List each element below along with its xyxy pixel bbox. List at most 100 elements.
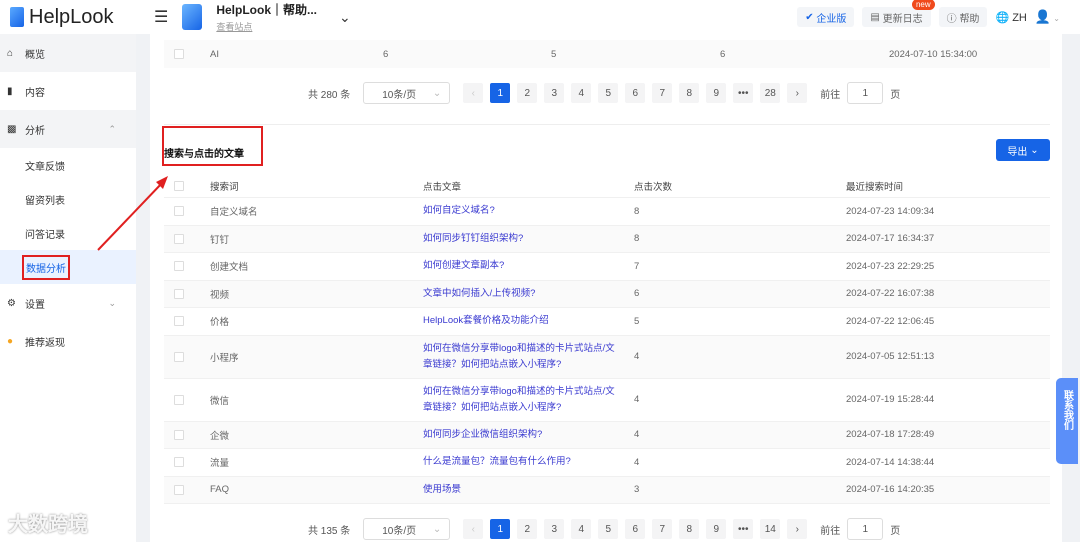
export-button[interactable]: 导出 ⌄ xyxy=(996,139,1050,161)
last-search-time: 2024-07-23 22:29:25 xyxy=(846,260,935,272)
clicked-article-link[interactable]: 什么是流量包？流量包有什么作用? xyxy=(423,454,623,470)
sidebar-sub-data-analysis[interactable]: 数据分析 xyxy=(0,250,136,284)
column-header: 搜索词 xyxy=(210,181,239,193)
clicked-article-link[interactable]: 文章中如何插入/上传视频? xyxy=(423,286,623,302)
page-button[interactable]: 3 xyxy=(544,83,565,103)
sidebar-sub-leads[interactable]: 留资列表 xyxy=(0,182,136,216)
search-term: 微信 xyxy=(210,395,230,407)
total-count: 共 280 条 xyxy=(308,89,351,101)
last-search-time: 2024-07-19 15:28:44 xyxy=(846,394,935,405)
sidebar-item-settings[interactable]: ⚙ 设置 ⌄ xyxy=(0,284,136,322)
sidebar-label: 设置 xyxy=(25,299,45,311)
page-button[interactable]: 9 xyxy=(706,519,727,539)
row-checkbox[interactable] xyxy=(174,206,184,217)
search-term: 创建文档 xyxy=(210,262,249,274)
clicked-article-link[interactable]: 如何同步钉钉组织架构? xyxy=(423,231,623,247)
search-term: 价格 xyxy=(210,317,230,329)
row-checkbox[interactable] xyxy=(174,429,184,440)
sidebar-item-referral[interactable]: ● 推荐返现 xyxy=(0,322,136,360)
page-button[interactable]: 1 xyxy=(490,519,511,539)
menu-toggle-icon[interactable]: ☰ xyxy=(154,7,168,27)
table-row: 价格 HelpLook套餐价格及功能介绍 5 2024-07-22 12:06:45 xyxy=(164,308,1050,336)
row-checkbox[interactable] xyxy=(174,316,184,327)
cell: 6 xyxy=(383,48,389,60)
site-switch-chevron-icon[interactable]: ⌄ xyxy=(339,9,351,26)
page-button[interactable]: 3 xyxy=(544,519,565,539)
page-size-value: 10条/页 xyxy=(382,89,417,101)
click-count: 4 xyxy=(634,456,640,468)
row-checkbox[interactable] xyxy=(174,180,184,191)
sidebar-item-content[interactable]: ▮ 内容 xyxy=(0,72,136,110)
page-size-select[interactable]: 10条/页 ⌄ xyxy=(363,82,451,104)
user-menu[interactable]: 👤 ⌄ xyxy=(1035,9,1060,25)
enterprise-button[interactable]: ✔ 企业版 xyxy=(797,7,855,27)
clicked-article-link[interactable]: HelpLook套餐价格及功能介绍 xyxy=(423,313,623,329)
row-checkbox[interactable] xyxy=(174,394,184,405)
click-count: 6 xyxy=(634,288,640,300)
row-checkbox[interactable] xyxy=(174,288,184,299)
section-title: 搜索与点击的文章 xyxy=(164,149,244,160)
cell: 6 xyxy=(720,48,726,60)
last-search-time: 2024-07-14 14:38:44 xyxy=(846,456,935,468)
sidebar-sub-feedback[interactable]: 文章反馈 xyxy=(0,148,136,182)
next-page-button[interactable]: › xyxy=(787,83,808,103)
page-button[interactable]: 5 xyxy=(598,519,619,539)
page-button[interactable]: 8 xyxy=(679,519,700,539)
page-button[interactable]: 4 xyxy=(571,519,592,539)
language-switch[interactable]: 🌐 ZH xyxy=(995,11,1026,24)
logo[interactable]: HelpLook xyxy=(10,6,150,29)
sidebar-item-analytics[interactable]: ▩ 分析 ⌃ xyxy=(0,110,136,148)
changelog-button[interactable]: ▤ 更新日志 new xyxy=(862,0,935,27)
prev-page-button[interactable]: ‹ xyxy=(463,519,484,539)
page-button[interactable]: 5 xyxy=(598,83,619,103)
page-button[interactable]: 28 xyxy=(760,83,781,103)
clicked-article-link[interactable]: 使用场景 xyxy=(423,482,623,498)
prev-page-button[interactable]: ‹ xyxy=(463,83,484,103)
last-search-time: 2024-07-22 16:07:38 xyxy=(846,288,935,300)
page-button[interactable]: 8 xyxy=(679,83,700,103)
page-button[interactable]: 7 xyxy=(652,83,673,103)
view-site-link[interactable]: 查看站点 xyxy=(216,20,317,33)
contact-us-button[interactable]: 联系我们 xyxy=(1056,378,1078,464)
row-checkbox[interactable] xyxy=(174,457,184,468)
column-header: 点击次数 xyxy=(634,181,673,193)
row-checkbox[interactable] xyxy=(174,233,184,244)
sidebar-label: 概览 xyxy=(25,49,45,61)
page-button[interactable]: 14 xyxy=(760,519,781,539)
more-pages-button[interactable]: ••• xyxy=(733,519,754,539)
page-button[interactable]: 6 xyxy=(625,83,646,103)
table-row: 流量 什么是流量包？流量包有什么作用? 4 2024-07-14 14:38:44 xyxy=(164,449,1050,477)
search-term: 流量 xyxy=(210,458,230,470)
page-button[interactable]: 7 xyxy=(652,519,673,539)
page-button[interactable]: 2 xyxy=(517,83,538,103)
page-unit-label: 页 xyxy=(890,89,901,101)
help-button[interactable]: ⓘ 帮助 xyxy=(938,7,988,27)
clicked-article-link[interactable]: 如何在微信分享带logo和描述的卡片式站点/文章链接？如何把站点嵌入小程序? xyxy=(423,341,623,373)
more-pages-button[interactable]: ••• xyxy=(733,83,754,103)
sidebar-sub-label: 留资列表 xyxy=(25,195,65,207)
click-count: 8 xyxy=(634,233,640,245)
next-page-button[interactable]: › xyxy=(787,519,808,539)
goto-page-input[interactable]: 1 xyxy=(847,82,884,104)
row-checkbox[interactable] xyxy=(174,484,184,495)
click-count: 3 xyxy=(634,484,640,496)
click-count: 4 xyxy=(634,351,640,362)
clicked-article-link[interactable]: 如何同步企业微信组织架构? xyxy=(423,427,623,443)
page-size-select[interactable]: 10条/页 ⌄ xyxy=(363,518,451,540)
clicked-article-link[interactable]: 如何创建文章副本? xyxy=(423,258,623,274)
row-checkbox[interactable] xyxy=(174,351,184,362)
clicked-article-link[interactable]: 如何在微信分享带logo和描述的卡片式站点/文章链接？如何把站点嵌入小程序? xyxy=(423,384,623,416)
clicked-article-link[interactable]: 如何自定义域名? xyxy=(423,203,623,219)
watermark: 大数跨境 xyxy=(8,514,88,536)
enterprise-label: 企业版 xyxy=(816,13,847,25)
sidebar-sub-qa-records[interactable]: 问答记录 xyxy=(0,216,136,250)
sidebar-item-overview[interactable]: ⌂ 概览 xyxy=(0,34,136,72)
page-button[interactable]: 1 xyxy=(490,83,511,103)
goto-page-input[interactable]: 1 xyxy=(847,518,884,540)
row-checkbox[interactable] xyxy=(174,261,184,272)
row-checkbox[interactable] xyxy=(174,49,184,59)
page-button[interactable]: 6 xyxy=(625,519,646,539)
page-button[interactable]: 4 xyxy=(571,83,592,103)
page-button[interactable]: 2 xyxy=(517,519,538,539)
page-button[interactable]: 9 xyxy=(706,83,727,103)
